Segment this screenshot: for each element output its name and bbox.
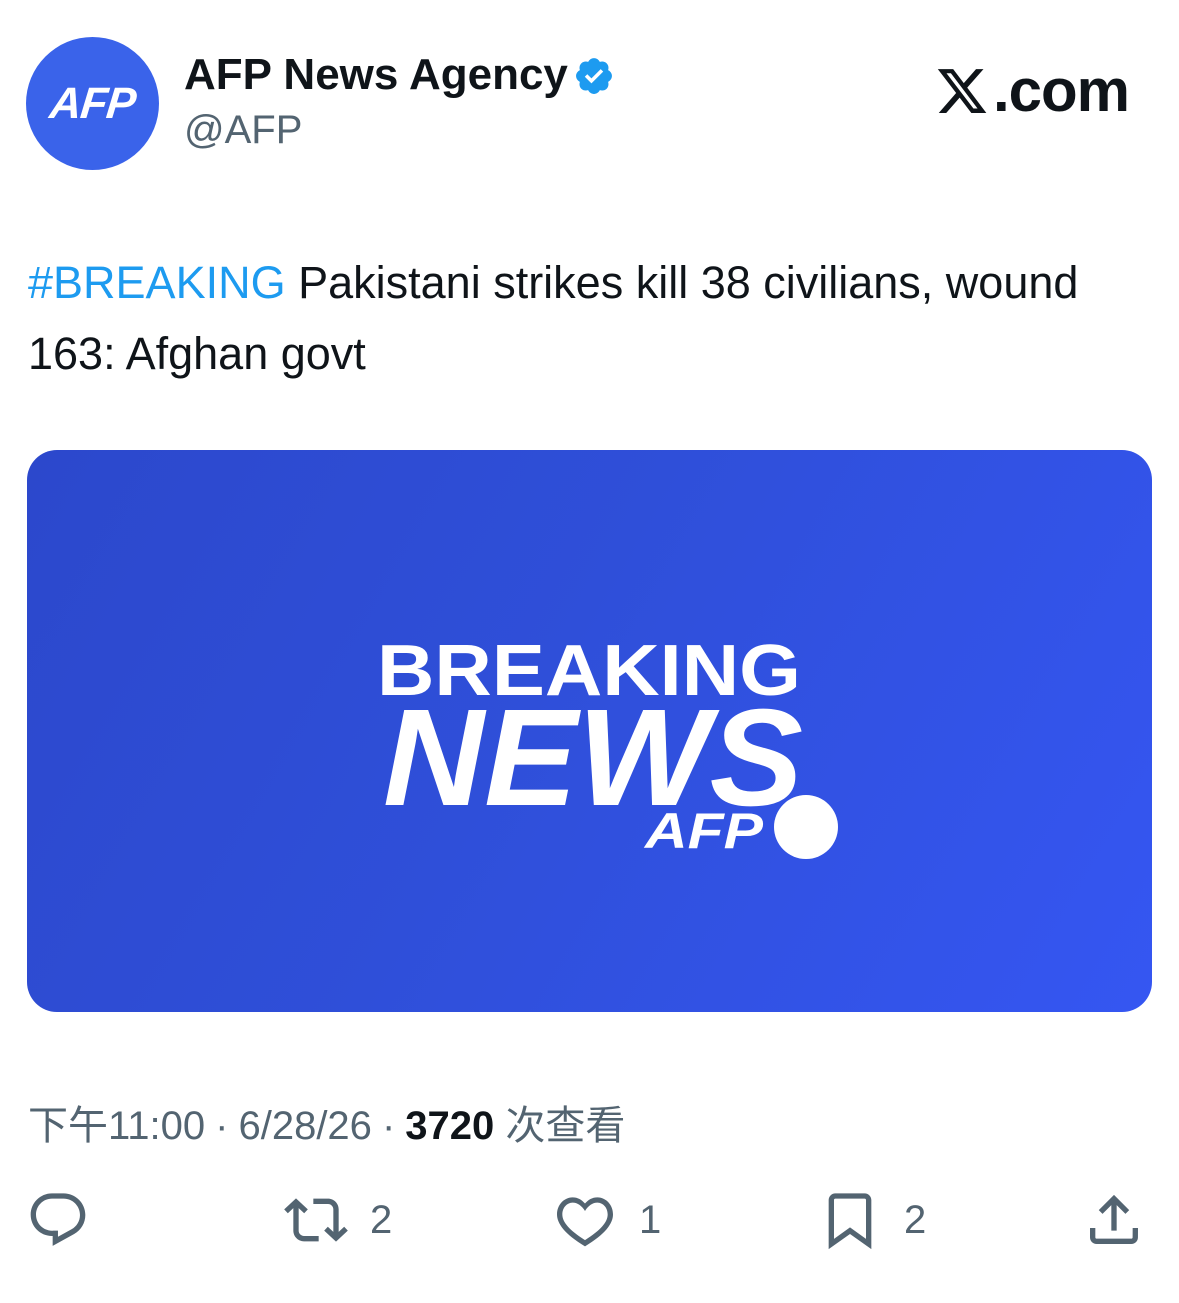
reply-button[interactable] (26, 1185, 90, 1255)
breaking-news-graphic: BREAKING NEWS AFP (377, 631, 838, 859)
like-button[interactable]: 1 (553, 1185, 661, 1255)
avatar-logo-text: AFP (47, 78, 138, 128)
like-count: 1 (639, 1197, 662, 1242)
view-label: 次查看 (505, 1104, 626, 1148)
tweet-meta: 下午11:00 · 6/28/26 · 3720 次查看 (28, 1093, 625, 1151)
meta-separator: · (215, 1104, 229, 1148)
retweet-icon (284, 1198, 348, 1242)
afp-logo-dot (774, 795, 838, 859)
tweet-time[interactable]: 下午11:00 (28, 1093, 205, 1151)
hashtag-link[interactable]: #BREAKING (28, 257, 286, 308)
bookmark-icon (828, 1193, 872, 1250)
bookmark-count: 2 (904, 1197, 927, 1242)
reply-icon (30, 1193, 86, 1246)
retweet-count: 2 (370, 1197, 393, 1242)
verified-badge-icon (576, 58, 612, 94)
tweet-text: #BREAKING Pakistani strikes kill 38 civi… (28, 247, 1138, 389)
heart-icon (557, 1197, 613, 1247)
meta-separator: · (381, 1104, 396, 1148)
user-handle[interactable]: @AFP (184, 108, 302, 153)
share-button[interactable] (1082, 1185, 1146, 1255)
x-logo-icon (937, 68, 987, 113)
afp-logo-text: AFP (643, 803, 764, 859)
brand-domain-label: .com (992, 57, 1130, 124)
tweet-date[interactable]: 6/28/26 (238, 1104, 371, 1149)
display-name[interactable]: AFP News Agency (184, 50, 568, 100)
share-icon (1090, 1194, 1138, 1244)
avatar[interactable]: AFP (26, 37, 159, 170)
bookmark-button[interactable]: 2 (818, 1185, 926, 1255)
tweet-media-image[interactable]: BREAKING NEWS AFP (27, 450, 1152, 1012)
x-com-brand: .com (935, 56, 1130, 125)
view-count: 3720 (405, 1104, 495, 1148)
retweet-button[interactable]: 2 (284, 1185, 392, 1255)
